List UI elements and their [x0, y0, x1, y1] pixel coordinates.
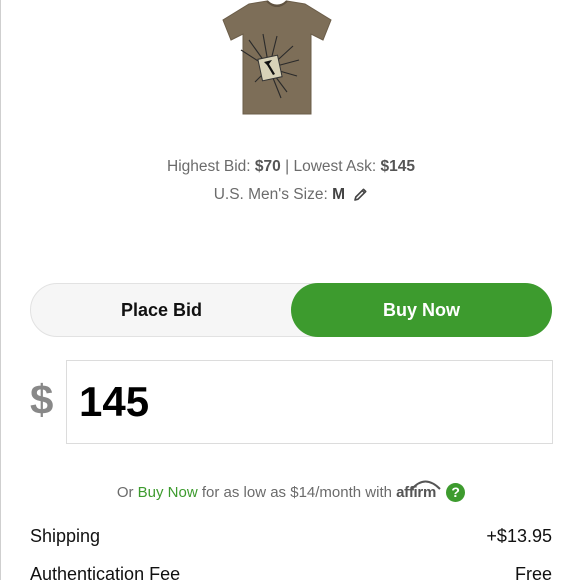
pencil-icon[interactable] — [353, 187, 368, 207]
lowest-ask-value: $145 — [380, 158, 415, 175]
currency-symbol: $ — [30, 376, 54, 423]
financing-text: for as low as $14/month with — [201, 484, 392, 501]
highest-bid-label: Highest Bid: — [167, 158, 251, 175]
shipping-label: Shipping — [30, 526, 101, 546]
size-summary: U.S. Men's Size: M — [1, 186, 580, 207]
bid-summary: Highest Bid: $70 | Lowest Ask: $145 — [1, 158, 580, 176]
authentication-fee-value: Free — [514, 564, 552, 580]
place-bid-button[interactable]: Place Bid — [31, 283, 292, 337]
price-input[interactable] — [79, 375, 519, 429]
financing-note: Or Buy Now for as low as $14/month with … — [1, 480, 580, 502]
tshirt-image — [219, 0, 335, 118]
bid-separator: | — [285, 158, 290, 175]
financing-prefix: Or — [116, 484, 134, 501]
affirm-logo: affirm — [396, 480, 441, 501]
affirm-arc-icon — [411, 480, 441, 490]
buy-now-button[interactable]: Buy Now — [291, 283, 552, 337]
highest-bid-value: $70 — [254, 158, 281, 175]
price-field — [66, 360, 553, 444]
checkout-page: Highest Bid: $70 | Lowest Ask: $145 U.S.… — [0, 0, 580, 580]
authentication-fee-label: Authentication Fee — [30, 564, 181, 580]
bid-buy-toggle: Place Bid Buy Now — [30, 283, 552, 337]
size-value: M — [332, 186, 345, 203]
shipping-value: +$13.95 — [486, 526, 552, 546]
lowest-ask-label: Lowest Ask: — [293, 158, 377, 175]
question-icon[interactable]: ? — [446, 483, 466, 502]
size-label: U.S. Men's Size: — [213, 186, 328, 203]
buy-now-link[interactable]: Buy Now — [138, 484, 198, 501]
